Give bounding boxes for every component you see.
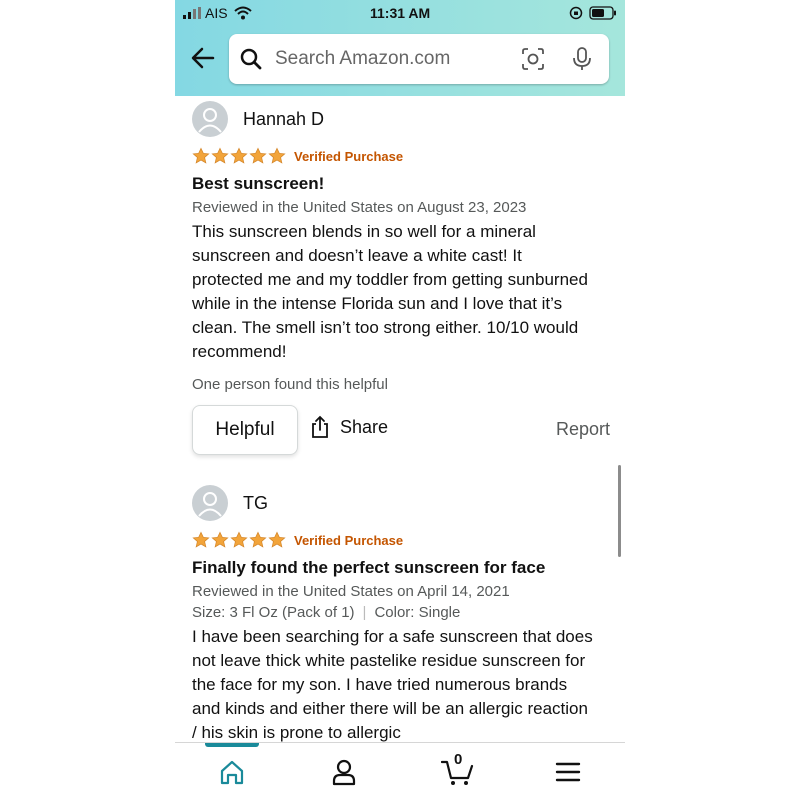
avatar (192, 485, 228, 521)
camera-scan-icon[interactable] (521, 47, 545, 71)
star-icon (211, 531, 229, 548)
avatar (192, 101, 228, 137)
share-icon (312, 415, 328, 438)
carrier-label: AIS (205, 5, 228, 21)
bottom-nav: 0 (175, 742, 625, 800)
orientation-lock-icon (569, 6, 583, 20)
wifi-icon (233, 6, 252, 20)
star-icon (192, 147, 210, 164)
review-card: Hannah D Verified Purchase Best sunscree… (192, 101, 612, 455)
cart-button[interactable]: 0 (440, 751, 474, 787)
star-icon (192, 531, 210, 548)
verified-purchase-badge: Verified Purchase (294, 148, 404, 164)
menu-icon[interactable] (553, 757, 583, 787)
reviewer-name: TG (243, 492, 268, 513)
review-date: Reviewed in the United States on August … (192, 199, 527, 216)
cart-count: 0 (454, 751, 463, 768)
review-title: Finally found the perfect sunscreen for … (192, 558, 546, 577)
search-input[interactable] (273, 47, 507, 71)
helpful-count: One person found this helpful (192, 376, 388, 393)
star-rating (192, 531, 286, 549)
back-arrow-icon[interactable] (189, 44, 217, 72)
active-tab-indicator (205, 743, 259, 747)
verified-purchase-badge: Verified Purchase (294, 532, 404, 548)
review-date: Reviewed in the United States on April 1… (192, 583, 510, 600)
review-body: This sunscreen blends in so well for a m… (192, 222, 588, 361)
reviewer-row: Hannah D (192, 101, 612, 137)
search-icon (240, 48, 262, 70)
status-time: 11:31 AM (370, 5, 431, 21)
reviewer-name: Hannah D (243, 108, 325, 129)
header: AIS 11:31 AM (175, 0, 625, 96)
star-icon (249, 531, 267, 548)
status-icons (569, 4, 617, 22)
size-label: Size: 3 Fl Oz (Pack of 1) (192, 604, 355, 621)
helpful-button[interactable]: Helpful (192, 405, 298, 455)
home-icon[interactable] (217, 757, 247, 787)
review-actions: Helpful Share Report (192, 405, 612, 455)
rating-row: Verified Purchase (192, 146, 612, 166)
battery-icon (589, 6, 616, 20)
rating-row: Verified Purchase (192, 530, 612, 550)
reviewer-row: TG (192, 485, 612, 521)
status-carrier: AIS (183, 4, 252, 22)
search-box[interactable] (229, 34, 609, 84)
star-icon (249, 147, 267, 164)
review-variant-info: Size: 3 Fl Oz (Pack of 1) | Color: Single (192, 604, 461, 621)
report-link[interactable]: Report (556, 419, 610, 440)
account-icon[interactable] (329, 757, 359, 787)
share-button[interactable]: Share (310, 415, 388, 439)
review-card: TG Verified Purchase Finally found the p… (192, 485, 612, 745)
microphone-icon[interactable] (571, 46, 593, 72)
share-label: Share (340, 416, 389, 437)
scrollbar[interactable] (618, 465, 621, 557)
app-screen: AIS 11:31 AM Search Amazon.com Hannah D … (175, 0, 625, 800)
star-rating (192, 147, 286, 165)
signal-icon (183, 7, 201, 19)
user-silhouette-icon (198, 492, 222, 517)
star-icon (268, 147, 286, 164)
star-icon (230, 147, 248, 164)
review-body: I have been searching for a safe sunscre… (192, 627, 593, 742)
star-icon (211, 147, 229, 164)
review-title: Best sunscreen! (192, 174, 325, 193)
user-silhouette-icon (198, 108, 222, 133)
color-label: Color: Single (374, 604, 461, 621)
star-icon (268, 531, 286, 548)
star-icon (230, 531, 248, 548)
